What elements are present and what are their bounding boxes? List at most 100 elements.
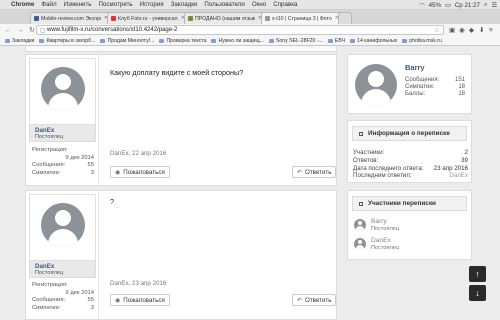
star-icon[interactable]: ☆ xyxy=(434,26,440,34)
search-icon[interactable]: ⌕ xyxy=(484,1,487,9)
forward-icon[interactable]: → xyxy=(16,27,24,34)
menu-window[interactable]: Окно xyxy=(252,1,266,8)
menu-people[interactable]: Пользователи xyxy=(204,1,244,8)
scroll-up-button[interactable]: ↑ xyxy=(469,266,486,282)
bookmark-item[interactable]: 14 канифольных xyxy=(350,38,397,44)
stat-label: Сообщения: xyxy=(32,162,66,168)
bookmark-item[interactable]: Закладки xyxy=(5,38,34,44)
menu-icon[interactable]: ≡ xyxy=(489,24,493,36)
username[interactable]: DanEx xyxy=(35,127,90,134)
bookmark-item[interactable]: photka.msk.ru xyxy=(402,38,442,44)
menu-history[interactable]: История xyxy=(140,1,164,8)
report-button[interactable]: ◉ Пожаловаться xyxy=(110,166,170,178)
report-button[interactable]: ◉ Пожаловаться xyxy=(110,294,170,306)
notification-icon[interactable]: ☰ xyxy=(491,2,497,9)
bookmark-label: Закладки xyxy=(12,37,35,44)
menu-view[interactable]: Посмотреть xyxy=(99,1,133,8)
user-stats: Регистрация: 9 дек 2014 Сообщения: 55 Симп… xyxy=(32,147,94,177)
report-label: Пожаловаться xyxy=(123,168,165,176)
stat-value: 9 дек 2014 xyxy=(65,289,94,296)
stat-label: Симпатии: xyxy=(32,304,61,311)
new-tab-button[interactable] xyxy=(338,12,352,24)
tab-favicon xyxy=(188,16,193,21)
info-value: 2 xyxy=(464,149,468,156)
tab-favicon xyxy=(111,16,116,21)
report-icon: ◉ xyxy=(115,297,121,304)
extension-icon[interactable]: ◉ xyxy=(459,24,465,36)
folder-icon xyxy=(211,38,217,43)
tab-bar: Mobile-review.com Экспресс... ✕ Клуб Fot… xyxy=(0,10,500,24)
bookmark-label: Нужно ли защищ... xyxy=(218,37,264,44)
folder-icon xyxy=(268,38,274,43)
tab-title: Mobile-review.com Экспресс... xyxy=(41,15,101,22)
username-box: DanEx Постоялец xyxy=(29,261,96,278)
stat-label: Сообщения: xyxy=(405,77,440,83)
bookmark-item[interactable]: Квартиры в загорб... xyxy=(39,38,95,44)
battery-icon[interactable]: ▭ xyxy=(445,2,451,9)
user-stats: Регистрация: 9 дек 2014 Сообщения: 55 Симп… xyxy=(32,282,94,312)
menu-bookmarks[interactable]: Закладки xyxy=(171,1,198,8)
menu-edit[interactable]: Изменить xyxy=(64,1,92,8)
previous-post-edge xyxy=(25,46,337,52)
bookmark-item[interactable]: Нужно ли защищ... xyxy=(211,37,264,44)
clock[interactable]: Ср 21:27 xyxy=(455,2,480,9)
participant-name[interactable]: Barry xyxy=(371,218,387,225)
bookmark-item[interactable]: Проверка текста xyxy=(159,38,206,44)
folder-icon xyxy=(100,38,106,43)
url-text: www.fujifilm-x.ru/conversations/xt10.424… xyxy=(47,27,178,33)
url-field[interactable]: ▢ www.fujifilm-x.ru/conversations/xt10.4… xyxy=(36,25,444,35)
tab-title: x-t10 | Страница 3 | Фото... xyxy=(272,15,332,22)
reply-button[interactable]: ↶ Ответить xyxy=(292,166,337,178)
menu-file[interactable]: Файл xyxy=(41,1,56,8)
bookmark-item[interactable]: ЕВЧ xyxy=(327,38,345,44)
avatar[interactable] xyxy=(29,194,96,261)
scroll-down-button[interactable]: ↓ xyxy=(469,285,486,301)
post-user-panel: DanEx Постоялец Регистрация: 9 дек 2014 С… xyxy=(26,191,99,319)
user-role: Постоялец xyxy=(35,270,64,276)
username[interactable]: DanEx xyxy=(35,263,90,270)
profile-name[interactable]: Barry xyxy=(405,63,425,72)
bookmark-label: 14 канифольных xyxy=(357,37,398,44)
profile-stats: Сообщения: 151 Симпатии: 18 Баллы: 18 xyxy=(405,77,465,99)
arrow-down-icon: ↓ xyxy=(475,288,480,298)
card-title-text: Информация о переписке xyxy=(368,130,450,137)
default-avatar-icon xyxy=(41,203,85,247)
bookmark-item[interactable]: Sony SEL-28F20 -... xyxy=(268,38,323,44)
menu-app-name[interactable]: Chrome xyxy=(11,1,34,8)
extension-icon[interactable]: ▣ xyxy=(449,24,455,36)
card-title-text: Участники переписки xyxy=(368,200,436,207)
reload-icon[interactable]: ↻ xyxy=(28,26,36,34)
participant-avatar-icon xyxy=(354,238,366,250)
tab-favicon xyxy=(265,16,270,21)
bookmark-item[interactable]: Продам Минолту!... xyxy=(100,38,154,44)
stat-label: Баллы: xyxy=(405,91,426,98)
avatar[interactable] xyxy=(29,58,96,125)
profile-card: Barry Сообщения: 151 Симпатии: 18 Баллы: 18 xyxy=(347,54,472,114)
info-label: Дата последнего ответа: xyxy=(353,164,424,172)
participant-item[interactable]: Barry Постоялец xyxy=(354,218,464,233)
extension-icon[interactable]: ◆ xyxy=(469,24,474,36)
reply-button[interactable]: ↶ Ответить xyxy=(292,294,337,306)
tab-4-active[interactable]: x-t10 | Страница 3 | Фото... ✕ xyxy=(261,12,343,24)
wifi-icon[interactable]: ◠ xyxy=(419,2,424,9)
folder-icon xyxy=(327,38,333,43)
tab-1[interactable]: Mobile-review.com Экспресс... ✕ xyxy=(30,12,112,24)
post-date[interactable]: DanEx, 23 апр 2016 xyxy=(110,280,166,287)
folder-icon xyxy=(402,38,408,43)
info-label: Ответов: xyxy=(353,156,379,164)
folder-icon xyxy=(5,38,10,43)
extension-icon[interactable]: ⬇ xyxy=(479,24,484,36)
participant-name[interactable]: DanEx xyxy=(371,237,391,244)
back-icon[interactable]: ← xyxy=(4,27,12,34)
bookmark-label: photka.msk.ru xyxy=(409,37,442,44)
menu-help[interactable]: Справка xyxy=(273,1,297,8)
tab-3[interactable]: ПРОДАНО (нашим отзывам... ✕ xyxy=(184,12,266,24)
battery-percent[interactable]: 45% xyxy=(429,2,441,9)
participant-item[interactable]: DanEx Постоялец xyxy=(354,237,464,252)
post-date[interactable]: DanEx, 22 апр 2016 xyxy=(110,150,166,157)
tab-2[interactable]: Клуб Foto.ru - универсал... ✕ xyxy=(107,12,189,24)
info-value[interactable]: DanEx xyxy=(449,172,468,180)
address-bar-row: ← → ↻ ▢ www.fujifilm-x.ru/conversations/… xyxy=(0,24,500,36)
profile-avatar-icon[interactable] xyxy=(355,64,397,106)
card-title: Информация о переписке xyxy=(352,126,467,141)
